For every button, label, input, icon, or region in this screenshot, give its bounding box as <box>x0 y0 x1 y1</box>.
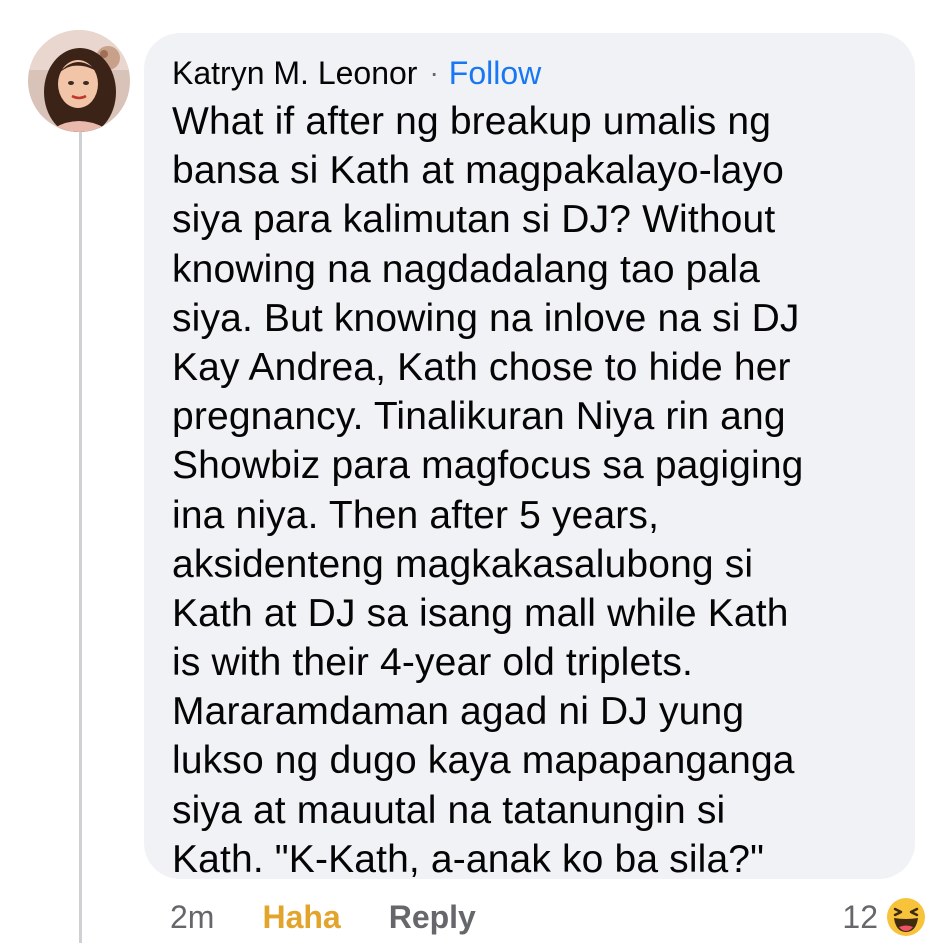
comment-line: Mararamdaman agad ni DJ yung <box>172 690 745 734</box>
comment-line: ina niya. Then after 5 years, <box>172 493 660 537</box>
thread-line <box>79 132 82 943</box>
timestamp[interactable]: 2m <box>170 899 214 936</box>
comment-line: siya at mauutal na tatanungin si <box>172 788 726 832</box>
comment-line: aksidenteng magkakasalubong si <box>172 542 754 586</box>
comment-line: Showbiz para magfocus sa pagiging <box>172 444 804 488</box>
avatar-photo <box>28 30 130 132</box>
comment-line: is with their 4-year old triplets. <box>172 641 693 685</box>
comment-bubble: Katryn M. Leonor · Follow What if after … <box>144 33 915 881</box>
cropped-text-fragment <box>420 0 480 4</box>
comment-line: siya para kalimutan si DJ? Without <box>172 198 776 242</box>
separator-dot: · <box>429 57 439 88</box>
reaction-count: 12 <box>842 898 878 935</box>
author-name[interactable]: Katryn M. Leonor <box>172 51 417 95</box>
comment-line: Kath at DJ sa isang mall while Kath <box>172 591 789 635</box>
haha-emoji-icon <box>884 895 928 939</box>
reaction-summary[interactable]: 12 <box>842 893 928 941</box>
comment-line: pregnancy. Tinalikuran Niya rin ang <box>172 395 786 439</box>
comment-line: lukso ng dugo kaya mapapanganga <box>172 739 795 783</box>
reply-button[interactable]: Reply <box>389 899 476 936</box>
comment-line: What if after ng breakup umalis ng <box>172 100 772 143</box>
comment-line: Kath. "K-Kath, a-anak ko ba sila?" <box>172 837 765 881</box>
follow-button[interactable]: Follow <box>449 51 541 95</box>
comment-line: bansa si Kath at magpakalayo-layo <box>172 149 784 193</box>
comment-header: Katryn M. Leonor · Follow <box>172 51 897 95</box>
comment-line: Kay Andrea, Kath chose to hide her <box>172 345 791 389</box>
haha-reaction-button[interactable]: Haha <box>262 899 340 936</box>
comment-text: What if after ng breakup umalis ng bansa… <box>172 97 897 884</box>
avatar[interactable] <box>28 30 130 132</box>
comment-line: siya. But knowing na inlove na si DJ <box>172 296 800 340</box>
comment-line: knowing na nagdadalang tao pala <box>172 247 760 291</box>
comment-actions: 2m Haha Reply <box>170 895 476 939</box>
